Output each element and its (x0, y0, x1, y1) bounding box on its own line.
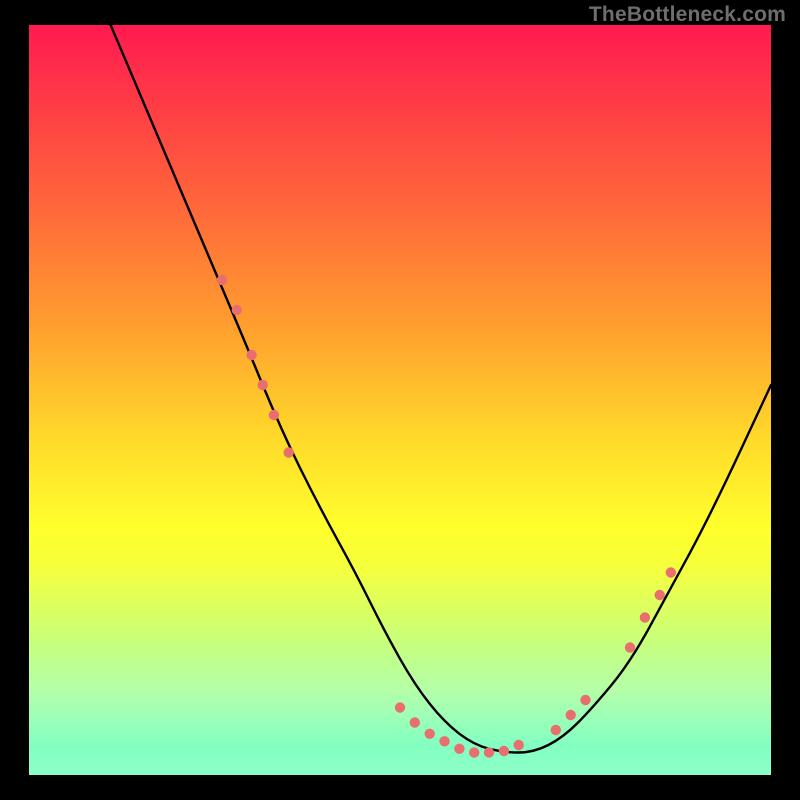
marker-dot (425, 729, 435, 739)
marker-dot (217, 275, 227, 285)
marker-dot (640, 612, 650, 622)
plot-area (29, 25, 771, 775)
marker-dot (625, 642, 635, 652)
marker-dot (514, 740, 524, 750)
marker-dot (666, 567, 676, 577)
marker-dot (551, 725, 561, 735)
marker-dot (499, 746, 509, 756)
marker-dot (580, 695, 590, 705)
marker-dot (246, 350, 256, 360)
marker-dot (232, 305, 242, 315)
marker-dot (655, 590, 665, 600)
marker-dot (284, 447, 294, 457)
curve-line (111, 25, 771, 753)
marker-dot (395, 702, 405, 712)
chart-svg (29, 25, 771, 775)
marker-dot (269, 410, 279, 420)
chart-frame: TheBottleneck.com (0, 0, 800, 800)
curve-markers (217, 275, 676, 758)
marker-dot (566, 710, 576, 720)
marker-dot (258, 380, 268, 390)
marker-dot (439, 736, 449, 746)
marker-dot (484, 747, 494, 757)
watermark-text: TheBottleneck.com (589, 3, 786, 27)
marker-dot (410, 717, 420, 727)
marker-dot (469, 747, 479, 757)
marker-dot (454, 744, 464, 754)
